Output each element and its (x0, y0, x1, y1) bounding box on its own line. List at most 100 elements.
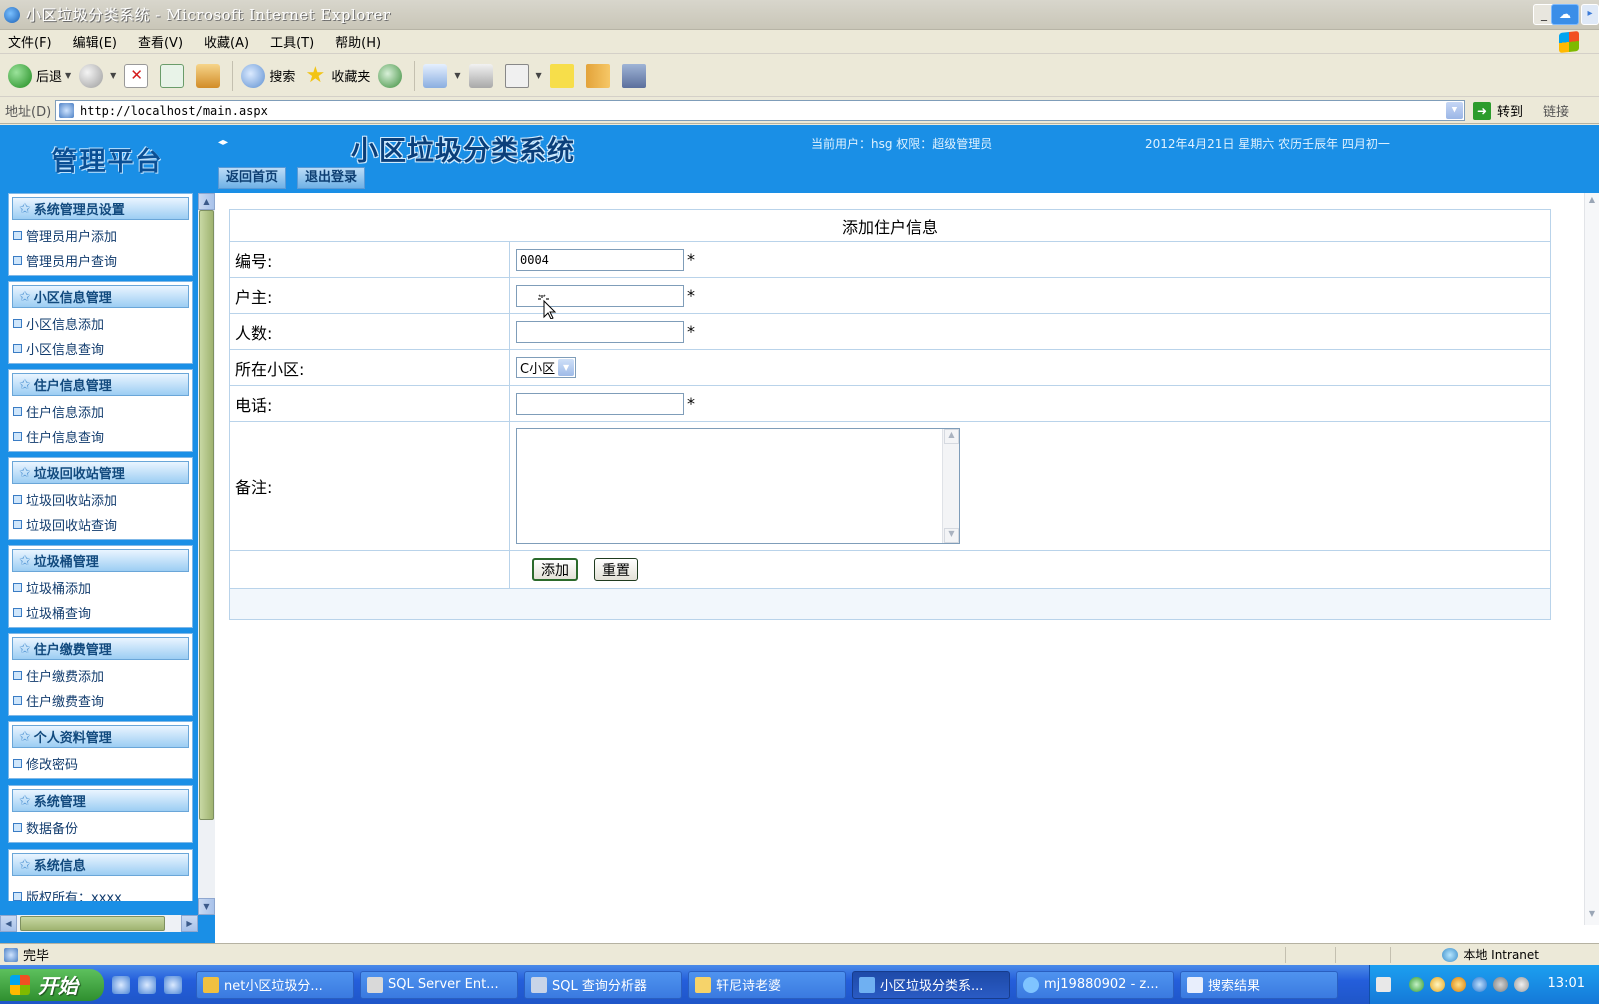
phone-input[interactable] (516, 392, 684, 415)
scroll-down-icon[interactable]: ▼ (1585, 909, 1599, 923)
scroll-left-icon[interactable]: ◀ (0, 915, 17, 932)
home-button[interactable] (196, 63, 224, 88)
menu-group-header[interactable]: ✩ 系统信息 (12, 853, 189, 876)
nav-home-button[interactable]: 返回首页 (218, 167, 287, 189)
back-button[interactable]: 后退 ▼ (8, 63, 71, 88)
count-input[interactable] (516, 320, 684, 343)
volume-icon[interactable] (1514, 977, 1529, 992)
print-button[interactable] (468, 63, 497, 88)
history-button[interactable] (378, 63, 406, 88)
side-panel-icon[interactable]: ▸ (1581, 4, 1599, 25)
main-vertical-scrollbar[interactable]: ▲ ▼ (1584, 193, 1599, 925)
edit-button[interactable]: ▼ (504, 63, 542, 88)
research-button[interactable] (585, 63, 614, 88)
menu-help[interactable]: 帮助(H) (335, 32, 381, 51)
refresh-button[interactable] (160, 63, 188, 88)
menu-item-admin-query[interactable]: 管理员用户查询 (9, 248, 192, 273)
menu-group-header[interactable]: ✩ 住户信息管理 (12, 373, 189, 396)
go-button[interactable]: ➜ 转到 (1473, 101, 1523, 120)
menu-group-header[interactable]: ✩ 系统管理 (12, 789, 189, 812)
menu-item-resident-add[interactable]: 住户信息添加 (9, 399, 192, 424)
menu-item-admin-add[interactable]: 管理员用户添加 (9, 223, 192, 248)
menu-group-title: 系统管理 (33, 795, 86, 810)
menu-item-community-query[interactable]: 小区信息查询 (9, 336, 192, 361)
stop-button[interactable] (124, 63, 152, 88)
add-button[interactable]: 添加 (532, 558, 578, 581)
taskbar-item[interactable]: mj19880902 - z... (1016, 970, 1174, 999)
menu-view[interactable]: 查看(V) (138, 32, 183, 51)
tray-app-icon[interactable] (1493, 977, 1508, 992)
menu-favorites[interactable]: 收藏(A) (204, 32, 249, 51)
taskbar-item[interactable]: 轩尼诗老婆 (688, 970, 846, 999)
qq-icon[interactable] (1451, 977, 1466, 992)
scroll-right-icon[interactable]: ▶ (181, 915, 198, 932)
address-input[interactable]: http://localhost/main.aspx ▼ (55, 100, 1465, 121)
menu-group-header[interactable]: ✩ 小区信息管理 (12, 285, 189, 308)
menu-file[interactable]: 文件(F) (8, 32, 52, 51)
start-button[interactable]: 开始 (0, 968, 104, 1001)
menu-item-community-add[interactable]: 小区信息添加 (9, 311, 192, 336)
back-dropdown-icon[interactable]: ▼ (65, 71, 71, 80)
menu-item-resident-query[interactable]: 住户信息查询 (9, 424, 192, 449)
favorites-button[interactable]: ★ 收藏夹 (303, 63, 370, 88)
community-select[interactable]: C小区 ▼ (516, 357, 577, 378)
mail-button[interactable]: ▼ (423, 63, 461, 88)
network-icon[interactable] (1409, 977, 1424, 992)
ie-quicklaunch-icon[interactable] (112, 975, 130, 994)
reset-button[interactable]: 重置 (594, 558, 638, 581)
remark-textarea[interactable]: ▲ ▼ (516, 428, 960, 544)
messenger-tray-icon[interactable] (1430, 977, 1445, 992)
forward-button[interactable]: ▼ (79, 63, 116, 88)
scroll-down-icon[interactable]: ▼ (198, 898, 215, 915)
menu-item-station-query[interactable]: 垃圾回收站查询 (9, 512, 192, 537)
menu-group-system: ✩ 系统管理 数据备份 (8, 785, 193, 843)
menu-group-header[interactable]: ✩ 住户缴费管理 (12, 637, 189, 660)
taskbar-item-active[interactable]: 小区垃圾分类系... (852, 970, 1010, 999)
scroll-up-icon[interactable]: ▲ (944, 429, 959, 444)
note-button[interactable] (549, 63, 578, 88)
collapse-sidebar-icon[interactable]: ◂▸ (218, 137, 232, 151)
owner-input[interactable] (516, 284, 684, 307)
messenger-button[interactable] (621, 63, 650, 88)
taskbar-item[interactable]: net小区垃圾分... (196, 970, 354, 999)
scroll-thumb[interactable] (20, 916, 165, 931)
forward-dropdown-icon[interactable]: ▼ (110, 71, 116, 80)
sidebar-vertical-scrollbar[interactable]: ▲ ▼ (198, 193, 215, 915)
id-input[interactable] (516, 248, 684, 271)
menu-tools[interactable]: 工具(T) (270, 32, 314, 51)
tray-app-icon[interactable] (1472, 977, 1487, 992)
sidebar-horizontal-scrollbar[interactable]: ◀ ▶ (0, 915, 198, 932)
menu-item-change-password[interactable]: 修改密码 (9, 751, 192, 776)
menu-item-fee-query[interactable]: 住户缴费查询 (9, 688, 192, 713)
scroll-up-icon[interactable]: ▲ (1585, 195, 1599, 209)
keyboard-icon[interactable] (1376, 977, 1391, 992)
scroll-down-icon[interactable]: ▼ (944, 528, 959, 543)
desktop-quicklaunch-icon[interactable] (138, 975, 156, 994)
menu-group-header[interactable]: ✩ 个人资料管理 (12, 725, 189, 748)
cloud-icon[interactable]: ☁ (1551, 4, 1579, 25)
scroll-up-icon[interactable]: ▲ (198, 193, 215, 210)
edit-dropdown-icon[interactable]: ▼ (536, 71, 542, 80)
taskbar-item[interactable]: 搜索结果 (1180, 970, 1338, 999)
window-title-bar[interactable]: 小区垃圾分类系统 - Microsoft Internet Explorer _… (0, 0, 1599, 30)
taskbar-item[interactable]: SQL 查询分析器 (524, 970, 682, 999)
menu-group-header[interactable]: ✩ 系统管理员设置 (12, 197, 189, 220)
menu-item-backup[interactable]: 数据备份 (9, 815, 192, 840)
menu-item-station-add[interactable]: 垃圾回收站添加 (9, 487, 192, 512)
menu-group-header[interactable]: ✩ 垃圾桶管理 (12, 549, 189, 572)
taskbar-item[interactable]: SQL Server Ent... (360, 970, 518, 999)
links-button[interactable]: 链接 (1543, 101, 1569, 120)
textarea-scrollbar[interactable]: ▲ ▼ (942, 429, 959, 543)
menu-group-header[interactable]: ✩ 垃圾回收站管理 (12, 461, 189, 484)
nav-logout-button[interactable]: 退出登录 (297, 167, 366, 189)
media-quicklaunch-icon[interactable] (164, 975, 182, 994)
menu-item-bin-add[interactable]: 垃圾桶添加 (9, 575, 192, 600)
menu-edit[interactable]: 编辑(E) (73, 32, 117, 51)
menu-item-bin-query[interactable]: 垃圾桶查询 (9, 600, 192, 625)
scroll-thumb[interactable] (199, 210, 214, 820)
mail-dropdown-icon[interactable]: ▼ (454, 71, 460, 80)
address-dropdown-icon[interactable]: ▼ (1446, 102, 1463, 119)
chevron-down-icon[interactable]: ▼ (558, 359, 575, 376)
search-button[interactable]: 搜索 (241, 63, 295, 88)
menu-item-fee-add[interactable]: 住户缴费添加 (9, 663, 192, 688)
